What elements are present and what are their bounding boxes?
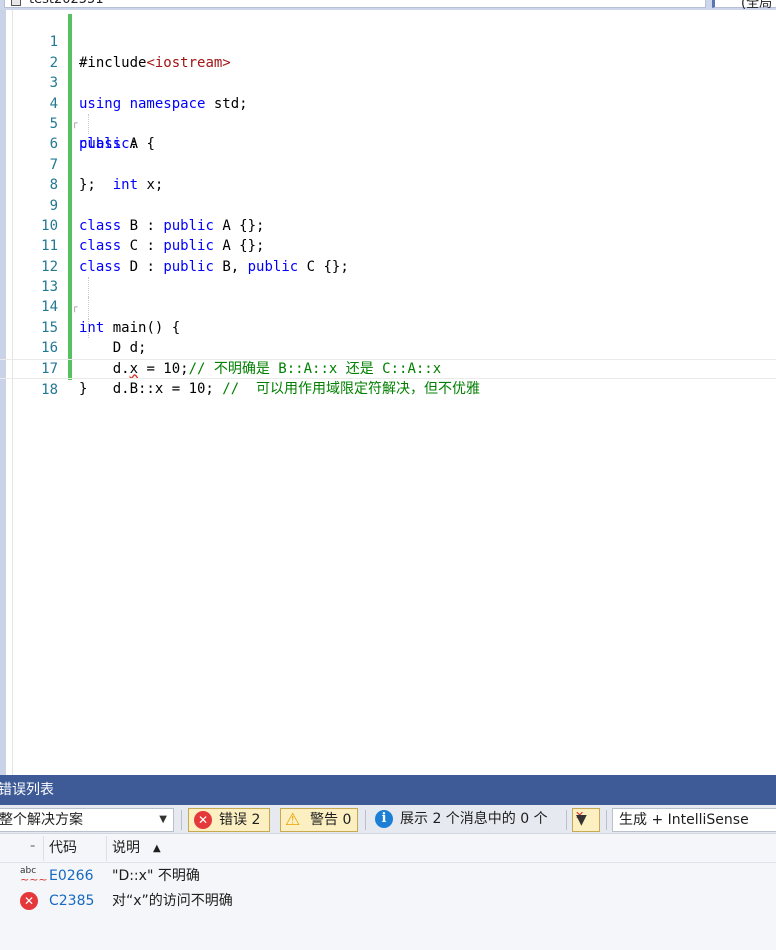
code-lines: 1 #include<iostream> 2 3 using namespace… [0,12,776,398]
column-header-code[interactable]: 代码 [49,834,77,863]
indent-guide [88,113,89,134]
error-row[interactable]: ✕ C2385 对“x”的访问不明确 [0,889,776,913]
code-editor[interactable]: 1 #include<iostream> 2 3 using namespace… [0,10,776,775]
navigation-bar: test202551 ▾ (全局 [0,0,776,10]
code-line[interactable]: 16 d.B::x = 10; // 可以用作用域限定符解决，但不优雅 [0,317,776,397]
code-line[interactable]: 14 D d; [0,277,776,356]
warning-icon: ⚠ [285,810,301,830]
info-icon: i [375,810,393,828]
code-line[interactable]: 11 class D : public B, public C {}; [0,216,776,274]
error-description: "D::x" 不明确 [112,868,200,884]
messages-filter-button[interactable]: i 展示 2 个消息中的 0 个 [372,808,562,832]
code-line[interactable]: 1 #include<iostream> [0,12,776,70]
column-divider [43,836,44,861]
messages-label: 展示 2 个消息中的 0 个 [400,811,548,827]
column-header-description[interactable]: 说明 [112,834,140,863]
error-code-link[interactable]: E0266 [49,864,93,888]
column-filter-icon[interactable]: ⁼ [30,834,35,863]
code-line[interactable]: 3 using namespace std; [0,53,776,111]
code-line[interactable]: 7 }; [0,134,776,193]
code-line[interactable]: 8 [0,155,776,193]
build-source-value: 生成 + IntelliSense [619,812,749,828]
toolbar-separator [606,810,607,830]
line-text: } [79,381,88,398]
column-divider [106,836,107,861]
code-line[interactable]: 13 ┌ int main() { [0,257,776,336]
intellisense-abc-icon: abc ~~~ [20,866,48,886]
filter-icon: ▼ [576,812,587,828]
code-line[interactable]: 17 } [0,338,776,397]
code-line[interactable]: 15 d.x = 10;// 不明确是 B::A::x 还是 C::A::x [0,297,776,377]
code-line[interactable]: 5 public: [0,94,776,152]
scope-dropdown[interactable]: (全局 [712,0,776,10]
code-line[interactable]: 12 [0,236,776,275]
error-list-header: ⁼ 代码 说明 ▲ [0,834,776,863]
chevron-down-icon: ▼ [159,814,167,825]
toolbar-separator [181,810,182,830]
code-line[interactable]: 10 class C : public A {}; [0,196,776,254]
toolbar-separator [566,810,567,830]
error-list-panel: 错误列表 整个解决方案 ▼ ✕ 错误 2 ⚠ 警告 0 i 展示 2 个消息中的… [0,775,776,950]
error-icon: ✕ [20,892,38,910]
error-list-toolbar: 整个解决方案 ▼ ✕ 错误 2 ⚠ 警告 0 i 展示 2 个消息中的 0 个 … [0,805,776,834]
error-code-link[interactable]: C2385 [49,889,94,913]
warnings-label: 警告 0 [310,812,352,828]
chevron-down-icon: ▾ [694,0,699,1]
scope-value: 整个解决方案 [0,812,83,828]
project-icon [11,0,21,6]
scope-select[interactable]: 整个解决方案 ▼ [0,808,174,832]
project-name: test202551 [29,0,104,7]
code-line[interactable]: 9 class B : public A {}; [0,175,776,234]
line-number: 18 [41,382,58,399]
project-dropdown[interactable]: test202551 ▾ [4,0,706,8]
errors-filter-button[interactable]: ✕ 错误 2 [188,808,270,832]
code-line[interactable]: 4 ┌ class A { [0,73,776,153]
error-description: 对“x”的访问不明确 [112,893,233,909]
sort-ascending-icon: ▲ [153,843,161,854]
indent-guide [88,317,89,338]
error-row[interactable]: abc ~~~ E0266 "D::x" 不明确 [0,864,776,888]
clear-filter-button[interactable]: ✕ ▼ [572,808,600,832]
panel-title-bar[interactable]: 错误列表 [0,775,776,805]
indent-guide [88,277,89,298]
toolbar-separator [365,810,366,830]
panel-title: 错误列表 [0,782,54,798]
code-line[interactable]: 6 int x; [0,113,776,193]
line-text: d.B::x = 10; // 可以用作用域限定符解决，但不优雅 [79,381,481,398]
scope-name: (全局 [741,0,773,10]
build-source-select[interactable]: 生成 + IntelliSense [612,808,776,832]
warnings-filter-button[interactable]: ⚠ 警告 0 [280,808,358,832]
error-icon: ✕ [194,811,212,829]
current-line[interactable]: 18 [0,358,776,398]
code-line[interactable]: 2 [0,32,776,71]
errors-label: 错误 2 [219,812,261,828]
indent-guide [88,297,89,318]
